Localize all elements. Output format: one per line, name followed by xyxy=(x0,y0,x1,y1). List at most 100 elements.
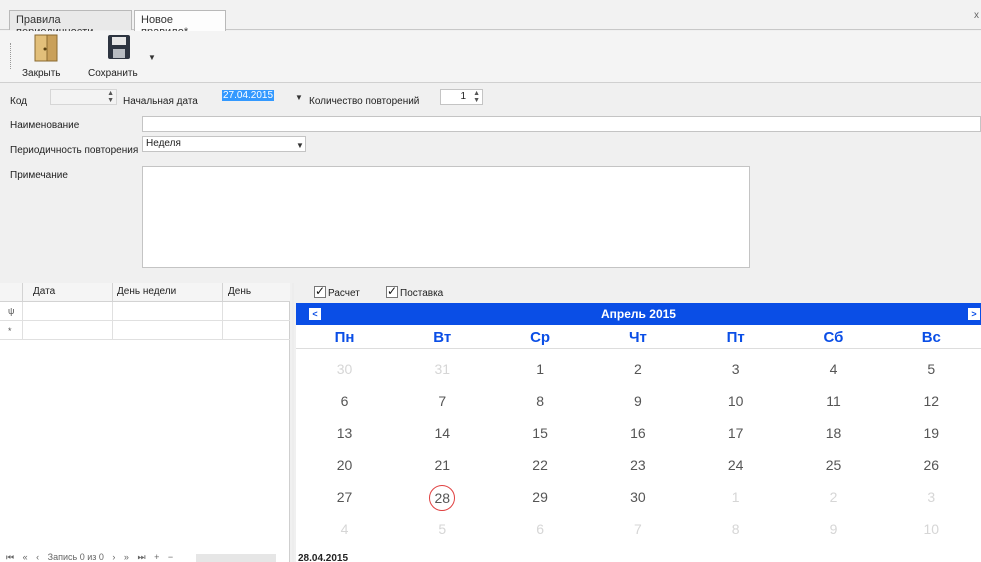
calendar-day[interactable]: 5 xyxy=(394,521,491,537)
calendar-day[interactable]: 5 xyxy=(883,361,980,377)
door-icon xyxy=(34,34,58,62)
checkbox-delivery[interactable]: Поставка xyxy=(386,284,443,299)
grid-cell xyxy=(112,321,113,340)
calendar-day[interactable]: 9 xyxy=(785,521,882,537)
splitter[interactable] xyxy=(292,283,294,562)
selected-date-text: 28.04.2015 xyxy=(298,553,349,562)
next-month-button[interactable]: > xyxy=(968,308,980,320)
calendar-day[interactable]: 28 xyxy=(394,485,491,511)
calendar-day[interactable]: 9 xyxy=(589,393,686,409)
calendar-day[interactable]: 10 xyxy=(883,521,980,537)
toolbar: Закрыть Сохранить ▼ xyxy=(0,31,981,83)
calendar-day[interactable]: 7 xyxy=(589,521,686,537)
column-divider xyxy=(22,283,23,302)
calendar-day[interactable]: 14 xyxy=(394,425,491,441)
calendar-day[interactable]: 31 xyxy=(394,361,491,377)
weekday-header: Пт xyxy=(726,329,745,346)
toolbar-grip[interactable] xyxy=(10,43,12,69)
column-divider xyxy=(112,283,113,302)
grid-cell xyxy=(22,302,23,321)
calendar-day[interactable]: 1 xyxy=(687,489,784,505)
spin-icon[interactable]: ▲ ▼ xyxy=(473,90,480,104)
next-record-icon[interactable]: › xyxy=(112,552,115,562)
calendar-day[interactable]: 12 xyxy=(883,393,980,409)
periodicity-select[interactable]: Неделя xyxy=(142,136,306,152)
save-dropdown-arrow-icon[interactable]: ▼ xyxy=(148,53,156,62)
calendar-day[interactable]: 19 xyxy=(883,425,980,441)
calendar-day[interactable]: 11 xyxy=(785,393,882,409)
grid-header: Дата День недели День xyxy=(0,283,290,302)
calendar-day[interactable]: 21 xyxy=(394,457,491,473)
close-tab-icon[interactable]: x xyxy=(974,10,979,21)
rule-form: Код ▲ ▼ Начальная дата 27.04.2015 ▼ Колич… xyxy=(0,84,981,280)
calendar-day[interactable]: 8 xyxy=(687,521,784,537)
calendar-day[interactable]: 2 xyxy=(589,361,686,377)
tab-periodicity-rules[interactable]: Правила периодичности xyxy=(9,10,132,38)
save-button[interactable]: Сохранить xyxy=(88,33,148,79)
horizontal-scrollbar[interactable] xyxy=(196,554,276,562)
code-field[interactable]: ▲ ▼ xyxy=(50,89,117,105)
close-button[interactable]: Закрыть xyxy=(22,33,72,79)
calendar-day[interactable]: 6 xyxy=(492,521,589,537)
close-button-label: Закрыть xyxy=(22,68,61,79)
calendar-day[interactable]: 22 xyxy=(492,457,589,473)
calendar-day[interactable]: 1 xyxy=(492,361,589,377)
checkbox-checked-icon xyxy=(314,284,326,298)
last-record-icon[interactable]: ⏭ xyxy=(137,552,145,562)
weekday-header: Чт xyxy=(628,329,647,346)
column-divider xyxy=(222,283,223,302)
new-item-row[interactable]: * xyxy=(0,321,290,340)
start-date-field[interactable]: 27.04.2015 xyxy=(219,89,305,105)
floppy-disk-icon xyxy=(108,35,130,59)
calendar-day[interactable]: 4 xyxy=(296,521,393,537)
name-field[interactable] xyxy=(142,116,981,132)
calendar-day[interactable]: 20 xyxy=(296,457,393,473)
calendar-day[interactable]: 7 xyxy=(394,393,491,409)
calendar-day[interactable]: 15 xyxy=(492,425,589,441)
start-date-dropdown-icon[interactable]: ▼ xyxy=(295,93,303,102)
filter-row[interactable]: ψ xyxy=(0,302,290,321)
periodicity-dropdown-icon[interactable]: ▼ xyxy=(296,141,304,150)
dates-grid: Дата День недели День ψ * ⏮ « ‹ Запись 0… xyxy=(0,283,290,562)
calendar-day[interactable]: 2 xyxy=(785,489,882,505)
calendar-day[interactable]: 3 xyxy=(883,489,980,505)
calendar-day[interactable]: 17 xyxy=(687,425,784,441)
calendar-day[interactable]: 10 xyxy=(687,393,784,409)
calendar-day[interactable]: 30 xyxy=(296,361,393,377)
remove-record-icon[interactable]: − xyxy=(168,552,173,562)
calendar-day[interactable]: 23 xyxy=(589,457,686,473)
weekday-header: Вт xyxy=(433,329,452,346)
add-record-icon[interactable]: + xyxy=(154,552,159,562)
calendar-day[interactable]: 16 xyxy=(589,425,686,441)
calendar-day[interactable]: 24 xyxy=(687,457,784,473)
calendar-header: Апрель 2015 < > xyxy=(296,303,981,325)
first-record-icon[interactable]: ⏮ xyxy=(6,552,14,562)
calendar-day[interactable]: 29 xyxy=(492,489,589,505)
column-header-weekday[interactable]: День недели xyxy=(117,286,176,297)
calendar-day[interactable]: 13 xyxy=(296,425,393,441)
prev-page-icon[interactable]: « xyxy=(23,552,28,562)
prev-month-button[interactable]: < xyxy=(309,308,321,320)
calendar-day[interactable]: 8 xyxy=(492,393,589,409)
weekday-header: Пн xyxy=(334,329,355,346)
calendar-day[interactable]: 4 xyxy=(785,361,882,377)
repeat-count-label: Количество повторений xyxy=(309,96,420,107)
tab-new-rule[interactable]: Новое правило* xyxy=(134,10,226,38)
calendar-day[interactable]: 26 xyxy=(883,457,980,473)
column-header-day[interactable]: День xyxy=(228,286,251,297)
start-date-label: Начальная дата xyxy=(123,96,198,107)
repeat-count-field[interactable]: 1 ▲ ▼ xyxy=(440,89,483,105)
calendar-day[interactable]: 30 xyxy=(589,489,686,505)
calendar-day[interactable]: 6 xyxy=(296,393,393,409)
calendar-day[interactable]: 27 xyxy=(296,489,393,505)
periodicity-label: Периодичность повторения xyxy=(10,145,139,156)
prev-record-icon[interactable]: ‹ xyxy=(36,552,39,562)
record-count-text: Запись 0 из 0 xyxy=(47,552,104,562)
checkbox-calc[interactable]: Расчет xyxy=(314,284,360,299)
note-field[interactable] xyxy=(142,166,750,268)
next-page-icon[interactable]: » xyxy=(124,552,129,562)
calendar-day[interactable]: 3 xyxy=(687,361,784,377)
column-header-date[interactable]: Дата xyxy=(33,286,55,297)
calendar-day[interactable]: 25 xyxy=(785,457,882,473)
calendar-day[interactable]: 18 xyxy=(785,425,882,441)
